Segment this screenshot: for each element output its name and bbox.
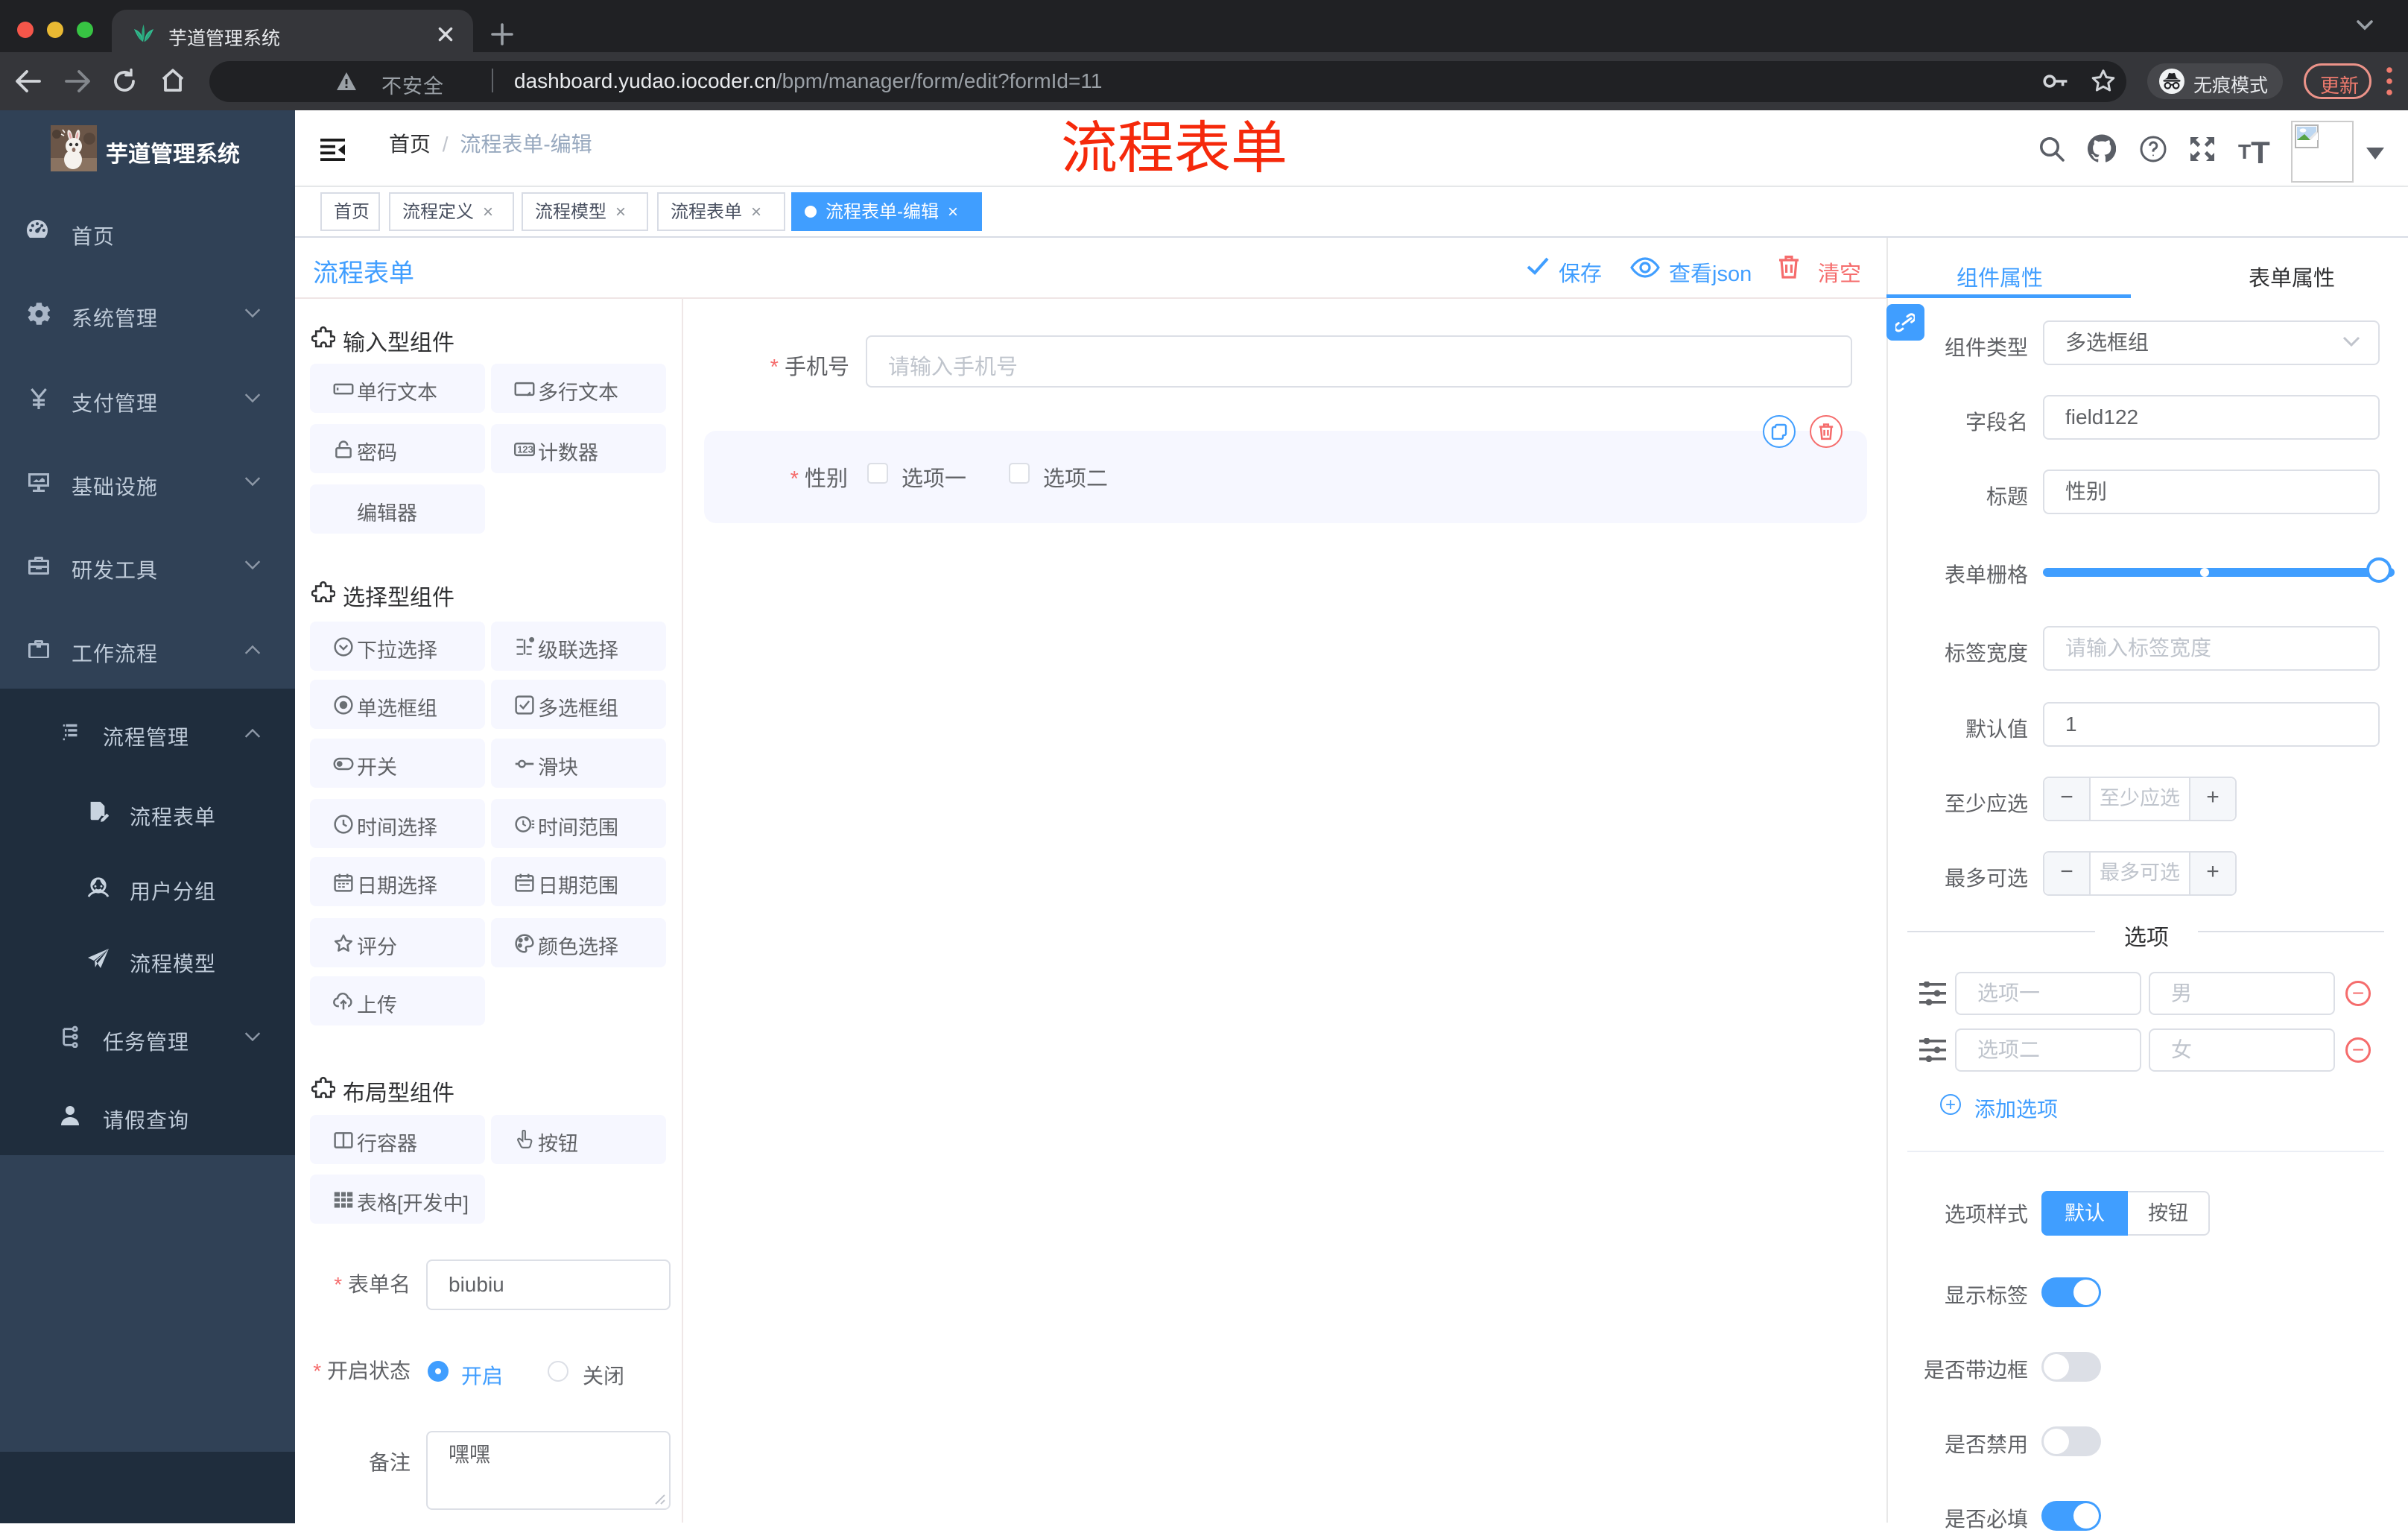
svg-text:123: 123 <box>517 444 533 455</box>
